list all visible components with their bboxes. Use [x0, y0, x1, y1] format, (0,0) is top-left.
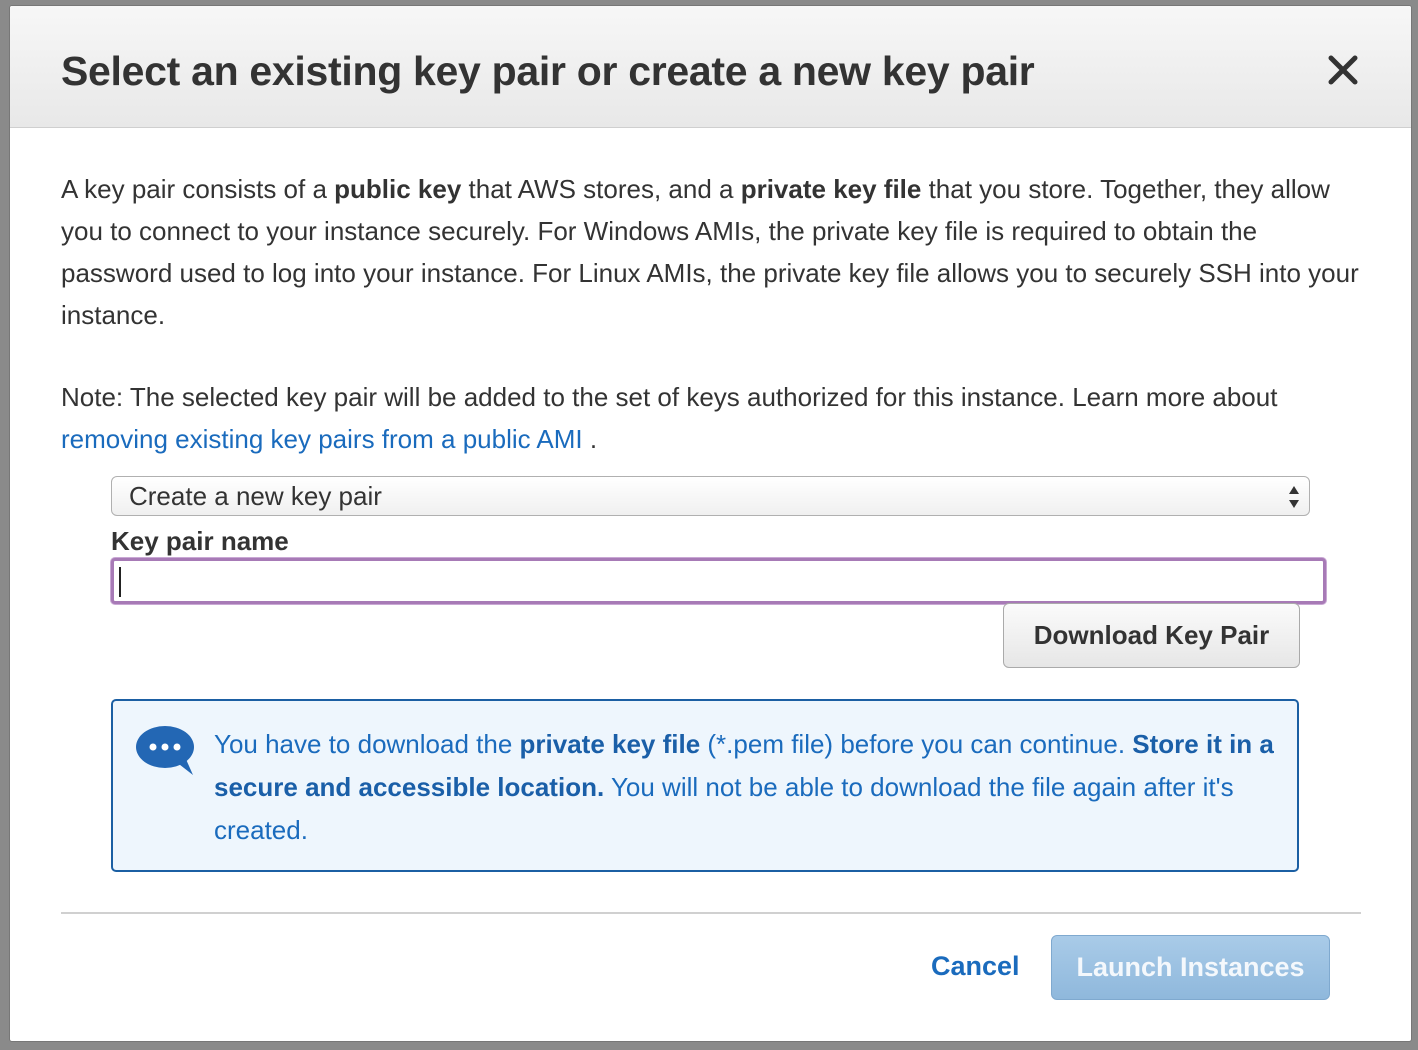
removing-key-pairs-link[interactable]: removing existing key pairs from a publi… [61, 424, 583, 454]
info-part: (*.pem file) before you can continue. [700, 729, 1133, 759]
info-alert: You have to download the private key fil… [111, 699, 1299, 872]
text-caret [119, 567, 121, 597]
close-icon[interactable] [1323, 50, 1363, 90]
chat-bubble-icon [135, 723, 199, 777]
description-text: A key pair consists of a public key that… [61, 168, 1361, 336]
description-part: A key pair consists of a [61, 174, 335, 204]
info-message: You have to download the private key fil… [214, 723, 1289, 852]
note-body: Note: The selected key pair will be adde… [61, 382, 1278, 412]
info-part: You have to download the [214, 729, 520, 759]
key-pair-name-input[interactable] [111, 558, 1326, 604]
key-pair-name-label: Key pair name [111, 526, 289, 556]
description-bold: private key file [740, 174, 922, 204]
key-pair-option-select[interactable]: Create a new key pair [111, 476, 1310, 516]
footer-divider [61, 912, 1361, 914]
note-end: . [582, 424, 598, 454]
dialog-header: Select an existing key pair or create a … [10, 6, 1411, 128]
description-part: that AWS stores, and a [461, 174, 741, 204]
note-text: Note: The selected key pair will be adde… [61, 376, 1361, 460]
download-key-pair-button[interactable]: Download Key Pair [1003, 603, 1300, 668]
launch-instances-button[interactable]: Launch Instances [1051, 935, 1330, 1000]
cancel-button[interactable]: Cancel [931, 951, 1020, 982]
dialog-title: Select an existing key pair or create a … [61, 48, 1035, 94]
description-bold: public key [334, 174, 462, 204]
select-arrows-icon [1287, 483, 1301, 511]
select-value: Create a new key pair [129, 481, 382, 511]
info-bold: private key file [519, 729, 701, 759]
key-pair-dialog: Select an existing key pair or create a … [9, 5, 1412, 1042]
